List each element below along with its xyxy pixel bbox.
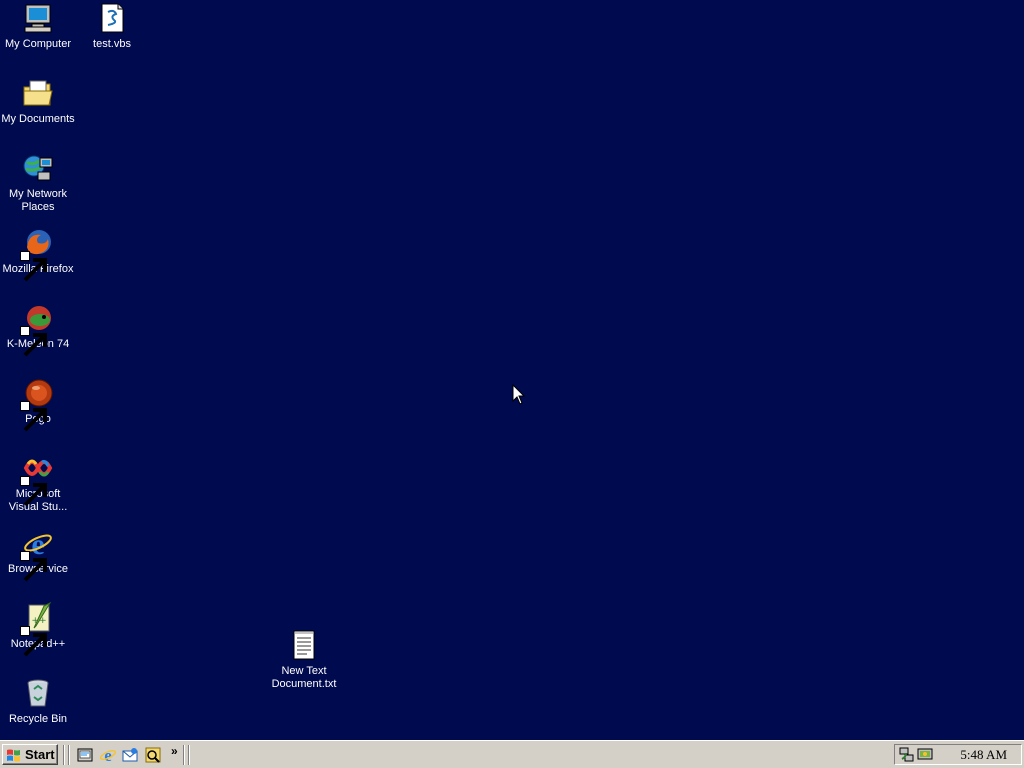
- taskbar-separator: [188, 745, 190, 765]
- internet-explorer-icon[interactable]: e: [99, 746, 117, 764]
- shortcut-arrow-icon: [20, 326, 47, 357]
- k-meleon-icon: [20, 302, 54, 357]
- recycle-bin-icon: [22, 677, 54, 709]
- monitor-tray-icon[interactable]: [917, 747, 933, 763]
- desktop-icon-k-meleon[interactable]: K-Meleon 74: [0, 302, 76, 357]
- desktop-icon-test-vbs[interactable]: test.vbs: [74, 2, 150, 51]
- notepad-plus-plus-icon: ++: [20, 602, 54, 657]
- outlook-express-icon[interactable]: [121, 746, 139, 764]
- taskbar-separator: [68, 745, 70, 765]
- desktop-icon-network-places[interactable]: My Network Places: [0, 152, 76, 214]
- firefox-icon: [20, 227, 54, 282]
- network-tray-icon[interactable]: [899, 747, 915, 763]
- my-documents-folder-icon: [22, 77, 54, 109]
- shortcut-arrow-icon: [20, 251, 47, 282]
- desktop-icon-pego[interactable]: Pego: [0, 377, 76, 432]
- taskbar-separator: [63, 745, 65, 765]
- my-computer-icon: [22, 2, 54, 34]
- shortcut-arrow-icon: [20, 476, 47, 507]
- shortcut-arrow-icon: [20, 626, 47, 657]
- visual-studio-icon: [20, 452, 54, 507]
- mouse-cursor-icon: [512, 383, 526, 406]
- desktop-icon-label: My Computer: [4, 38, 72, 50]
- pego-icon: [20, 377, 54, 432]
- desktop-icon-label: New Text Document.txt: [271, 665, 337, 690]
- desktop-icon-label: My Network Places: [8, 188, 68, 213]
- desktop-icon-visual-studio[interactable]: Microsoft Visual Stu...: [0, 452, 76, 514]
- desktop-icon-firefox[interactable]: Mozilla Firefox: [0, 227, 76, 282]
- start-button[interactable]: Start: [2, 744, 58, 765]
- desktop-icon-my-computer[interactable]: My Computer: [0, 2, 76, 51]
- taskbar: Start e » 5:48 AM: [0, 740, 1024, 768]
- text-document-icon: [288, 629, 320, 661]
- desktop-icon-notepad-plus-plus[interactable]: ++ Notepad++: [0, 602, 76, 657]
- start-label: Start: [25, 747, 55, 762]
- desktop-icon-label: test.vbs: [93, 38, 131, 50]
- desktop-icon-new-text-document[interactable]: New Text Document.txt: [266, 629, 342, 691]
- desktop-icon-label: Recycle Bin: [8, 713, 68, 725]
- desktop-icon-my-documents[interactable]: My Documents: [0, 77, 76, 126]
- svg-text:e: e: [104, 746, 112, 764]
- shortcut-arrow-icon: [20, 401, 47, 432]
- show-desktop-icon[interactable]: [76, 746, 94, 764]
- desktop-icon-label: My Documents: [1, 113, 75, 125]
- media-icon[interactable]: [144, 746, 162, 764]
- clock[interactable]: 5:48 AM: [960, 747, 1007, 763]
- quick-launch-overflow-button[interactable]: »: [171, 744, 178, 758]
- taskbar-separator: [183, 745, 185, 765]
- internet-explorer-icon: e: [20, 527, 54, 582]
- desktop-icon-browservice[interactable]: e Browservice: [0, 527, 76, 582]
- network-places-icon: [22, 152, 54, 184]
- system-tray: 5:48 AM: [894, 744, 1022, 765]
- shortcut-arrow-icon: [20, 551, 47, 582]
- windows-flag-icon: [7, 749, 20, 761]
- desktop-icon-recycle-bin[interactable]: Recycle Bin: [0, 677, 76, 726]
- vbs-script-icon: [96, 2, 128, 34]
- desktop: My Computer test.vbs My Documents My Net…: [0, 0, 1024, 740]
